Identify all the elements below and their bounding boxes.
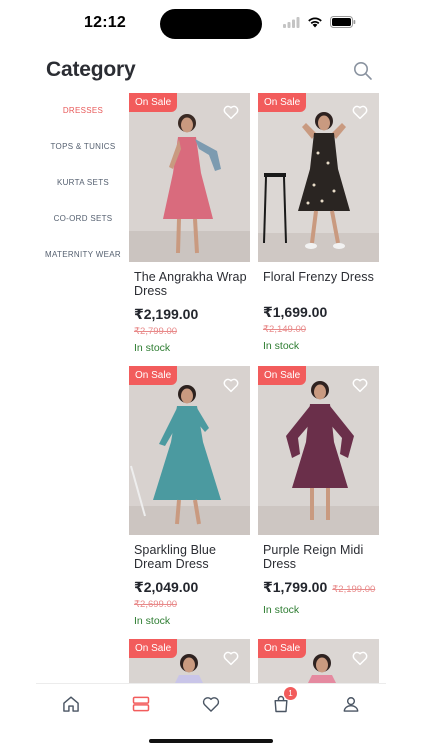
heart-icon <box>223 378 239 393</box>
product-name[interactable]: Purple Reign Midi Dress <box>258 543 379 571</box>
product-card[interactable]: On Sale The Angrakha Wrap Dress ₹2,199.0… <box>129 93 250 354</box>
product-image[interactable]: On Sale <box>258 639 379 683</box>
stock-status: In stock <box>263 604 300 616</box>
nav-category[interactable] <box>126 689 156 719</box>
status-icons <box>283 16 356 28</box>
heart-icon <box>352 378 368 393</box>
wishlist-button[interactable] <box>222 649 240 667</box>
battery-icon <box>330 16 356 28</box>
product-mrp: ₹2,199.00 <box>332 584 376 595</box>
sidebar-item-kurta-sets[interactable]: KURTA SETS <box>40 164 126 200</box>
home-indicator <box>149 739 273 743</box>
heart-icon <box>352 105 368 120</box>
sale-badge: On Sale <box>129 93 178 112</box>
nav-cart[interactable]: 1 <box>266 686 297 719</box>
dress-shape <box>175 675 203 683</box>
status-time: 12:12 <box>84 14 126 31</box>
product-image[interactable]: On Sale <box>129 639 250 683</box>
product-card[interactable]: On Sale <box>258 639 379 683</box>
status-bar: 12:12 <box>0 0 422 46</box>
sidebar-item-dresses[interactable]: DRESSES <box>40 92 126 128</box>
product-mrp: ₹2,699.00 <box>134 599 178 610</box>
product-price: ₹2,199.00 <box>134 306 199 322</box>
cart-count-badge: 1 <box>284 686 297 700</box>
sale-badge: On Sale <box>258 93 307 112</box>
wishlist-button[interactable] <box>222 103 240 121</box>
search-icon <box>354 62 372 80</box>
nav-profile[interactable] <box>336 689 366 719</box>
product-mrp: ₹2,149.00 <box>263 324 307 335</box>
page-title: Category <box>46 58 136 81</box>
product-price: ₹1,799.00 <box>263 579 328 595</box>
sale-badge: On Sale <box>129 366 178 385</box>
wishlist-button[interactable] <box>351 376 369 394</box>
heart-icon <box>202 696 220 712</box>
product-image[interactable]: On Sale <box>129 366 250 535</box>
heart-icon <box>352 651 368 666</box>
nav-home[interactable] <box>56 689 86 719</box>
sidebar-item-maternity-wear[interactable]: MATERNITY WEAR <box>40 236 126 272</box>
product-price: ₹2,049.00 <box>134 579 199 595</box>
product-card[interactable]: On Sale Sparkling Blue Dream Dress ₹2,04… <box>129 366 250 627</box>
stock-status: In stock <box>134 342 171 354</box>
sale-badge: On Sale <box>258 366 307 385</box>
cellular-signal-icon <box>283 16 300 28</box>
product-name[interactable]: The Angrakha Wrap Dress <box>129 270 250 298</box>
nav-wishlist[interactable] <box>196 689 226 719</box>
product-image[interactable]: On Sale <box>129 93 250 262</box>
product-mrp: ₹2,799.00 <box>134 326 178 337</box>
stock-status: In stock <box>134 615 171 627</box>
product-name[interactable]: Sparkling Blue Dream Dress <box>129 543 250 571</box>
dynamic-island <box>160 9 262 39</box>
sidebar-item-co-ord-sets[interactable]: CO-ORD SETS <box>40 200 126 236</box>
sale-badge: On Sale <box>129 639 178 658</box>
category-icon <box>132 696 150 711</box>
wishlist-button[interactable] <box>222 376 240 394</box>
sidebar-item-tops-tunics[interactable]: TOPS & TUNICS <box>40 128 126 164</box>
dress-shape <box>308 675 336 683</box>
stock-status: In stock <box>263 340 300 352</box>
heart-icon <box>223 105 239 120</box>
product-image[interactable]: On Sale <box>258 366 379 535</box>
product-price: ₹1,699.00 <box>263 304 328 320</box>
wishlist-button[interactable] <box>351 649 369 667</box>
product-card[interactable]: On Sale <box>129 639 250 683</box>
wifi-icon <box>308 17 322 28</box>
product-card[interactable]: On Sale Floral Frenzy Dress ₹1,699.00 ₹2… <box>258 93 379 352</box>
product-image[interactable]: On Sale <box>258 93 379 262</box>
heart-icon <box>223 651 239 666</box>
product-name[interactable]: Floral Frenzy Dress <box>258 270 379 284</box>
profile-icon <box>343 696 359 712</box>
wishlist-button[interactable] <box>351 103 369 121</box>
sale-badge: On Sale <box>258 639 307 658</box>
search-button[interactable] <box>352 60 374 82</box>
bottom-nav: 1 <box>36 683 386 723</box>
home-icon <box>63 695 79 712</box>
product-card[interactable]: On Sale Purple Reign Midi Dress ₹1,799.0… <box>258 366 379 616</box>
category-sidebar: DRESSES TOPS & TUNICS KURTA SETS CO-ORD … <box>40 92 126 272</box>
